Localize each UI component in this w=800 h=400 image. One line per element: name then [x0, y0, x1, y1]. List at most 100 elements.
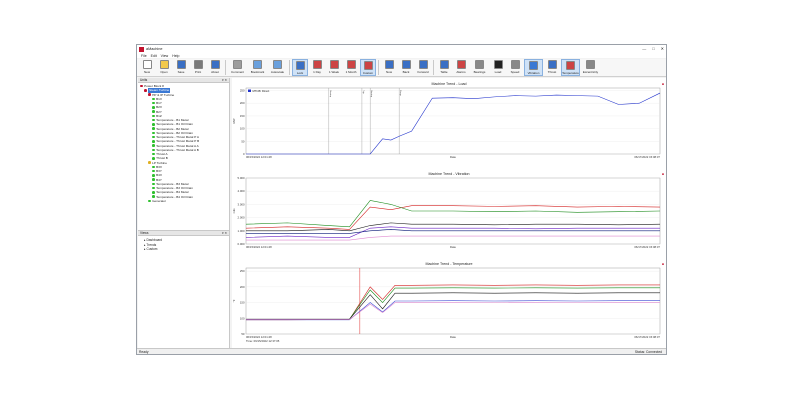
trend-chart[interactable]: Machine Trend - Temperature 50 100 150 200 25… [232, 260, 666, 348]
views-item-label: ▸ Trends [144, 242, 157, 247]
custom-button[interactable]: Custom [360, 59, 376, 76]
charts-area: Machine Trend - Load 0 50 100 150 200 250 MW 06/… [232, 78, 666, 348]
y-tick-label: 4.000 [238, 189, 245, 193]
views-pane-pin-icon[interactable]: ▾ ✕ [222, 231, 227, 236]
y-tick-label: 150 [240, 301, 245, 305]
new-button[interactable]: New [139, 59, 155, 76]
vibration-button[interactable]: Vibration [524, 59, 543, 76]
forward-icon [418, 60, 428, 69]
1-day-icon [312, 60, 322, 69]
toolbar-button-label: New [143, 70, 150, 74]
open-button[interactable]: Open [156, 59, 172, 76]
x-axis-label: Date [450, 335, 456, 339]
print-icon [193, 60, 203, 69]
menu-view[interactable]: View [161, 54, 169, 58]
temperature-button[interactable]: Temperature [561, 59, 580, 76]
alarms-button[interactable]: Alarms [453, 59, 469, 76]
event-marker-label: Startup [370, 90, 373, 98]
temperature-icon [566, 61, 575, 70]
thrust-button[interactable]: Thrust [544, 59, 560, 76]
status-dot-icon [152, 123, 155, 126]
legend-label: MTrd8: Direct [253, 89, 270, 93]
about-icon [210, 60, 220, 69]
y-tick-label: 250 [240, 89, 245, 93]
status-dot-icon [148, 93, 151, 96]
load-icon [493, 60, 503, 69]
load-button[interactable]: Load [490, 59, 506, 76]
comment-button[interactable]: Comment [228, 59, 247, 76]
x-axis-label: Date [450, 245, 456, 249]
minimize-button[interactable]: — [642, 46, 646, 51]
alarms-icon [456, 60, 466, 69]
print-button[interactable]: Print [190, 59, 206, 76]
menu-edit[interactable]: Edit [151, 54, 157, 58]
speed-button[interactable]: Speed [507, 59, 523, 76]
views-item-label: ▸ Dashboard [144, 238, 163, 242]
pane-pin-icon[interactable]: ▾ ✕ [222, 78, 227, 83]
comment-icon [233, 60, 242, 69]
application-window: aMachine — □ ✕ File Edit View Help New Op… [136, 44, 667, 355]
toolbar-button-label: Autoscale [270, 70, 285, 74]
trend-chart[interactable]: Machine Trend - Vibration 0.000 1.000 2.000… [232, 170, 666, 258]
chart-close-icon[interactable]: ■ [662, 172, 664, 176]
save-button[interactable]: Save [173, 59, 189, 76]
table-icon [439, 60, 449, 69]
toolbar-button-label: Comment [230, 70, 244, 74]
toolbar-separator [225, 60, 226, 75]
close-button[interactable]: ✕ [661, 46, 664, 51]
x-axis-label: Date [450, 155, 456, 159]
event-marker-label: Startup [329, 90, 332, 98]
status-dot-icon [152, 157, 155, 160]
status-dot-icon [152, 140, 155, 143]
bearings-icon [475, 60, 484, 69]
toolbar-button-label: Temperature [562, 71, 579, 75]
status-dot-icon [152, 127, 155, 130]
toolbar-button-label: Speed [510, 70, 520, 74]
status-dot-icon [152, 106, 155, 109]
eccentricity-icon [586, 60, 595, 69]
1-day-button[interactable]: 1 Day [309, 59, 325, 76]
toolbar-button-label: Thrust [547, 70, 557, 74]
units-pane-header: Units ▾ ✕ [138, 78, 229, 83]
menu-file[interactable]: File [141, 54, 147, 58]
maximize-button[interactable]: □ [652, 46, 654, 51]
chart-title: Machine Trend - Temperature [425, 262, 472, 266]
toolbar-button-label: Save [177, 70, 185, 74]
1-week-button[interactable]: 1 Week [326, 59, 342, 76]
trend-chart[interactable]: Machine Trend - Load050100150200250MW06/… [232, 80, 666, 168]
y-tick-label: 250 [240, 269, 245, 273]
x-end-label: 06/17/2022 15:08:37 [634, 245, 660, 249]
y-tick-label: 100 [240, 316, 245, 320]
autoscale-button[interactable]: Autoscale [268, 59, 287, 76]
back-button[interactable]: Back [398, 59, 414, 76]
eccentricity-button[interactable]: Eccentricity [581, 59, 600, 76]
y-tick-label: 200 [240, 285, 245, 289]
chart-close-icon[interactable]: ■ [662, 262, 664, 266]
1-month-icon [346, 60, 356, 69]
about-button[interactable]: About [207, 59, 223, 76]
1-week-icon [329, 60, 339, 69]
1-month-button[interactable]: 1 Month [343, 59, 359, 76]
tree-item[interactable]: Generator [140, 199, 229, 203]
lock-button[interactable]: Lock [292, 59, 308, 76]
menu-help[interactable]: Help [172, 54, 179, 58]
back-icon [401, 60, 411, 69]
y-axis-label: MW [232, 118, 236, 123]
status-dot-icon [152, 110, 155, 113]
toolbar-button-label: Lock [296, 71, 304, 75]
status-dot-icon [140, 84, 143, 88]
now-button[interactable]: Now [381, 59, 397, 76]
y-tick-label: 3.000 [238, 202, 245, 206]
status-dot-icon [152, 195, 155, 198]
status-dot-icon [152, 144, 155, 147]
bearings-button[interactable]: Bearings [470, 59, 489, 76]
views-item[interactable]: ▸ Custom [144, 247, 229, 252]
status-bar: Ready Status: Connected [137, 348, 666, 354]
y-axis-label: mils [232, 208, 236, 214]
window-title: aMachine [146, 47, 163, 51]
bookmark-button[interactable]: Bookmark [248, 59, 267, 76]
table-button[interactable]: Table [436, 59, 452, 76]
forward-button[interactable]: Forward [415, 59, 431, 76]
chart-title: Machine Trend - Load [432, 82, 467, 86]
chart-close-icon[interactable]: ■ [662, 82, 664, 86]
